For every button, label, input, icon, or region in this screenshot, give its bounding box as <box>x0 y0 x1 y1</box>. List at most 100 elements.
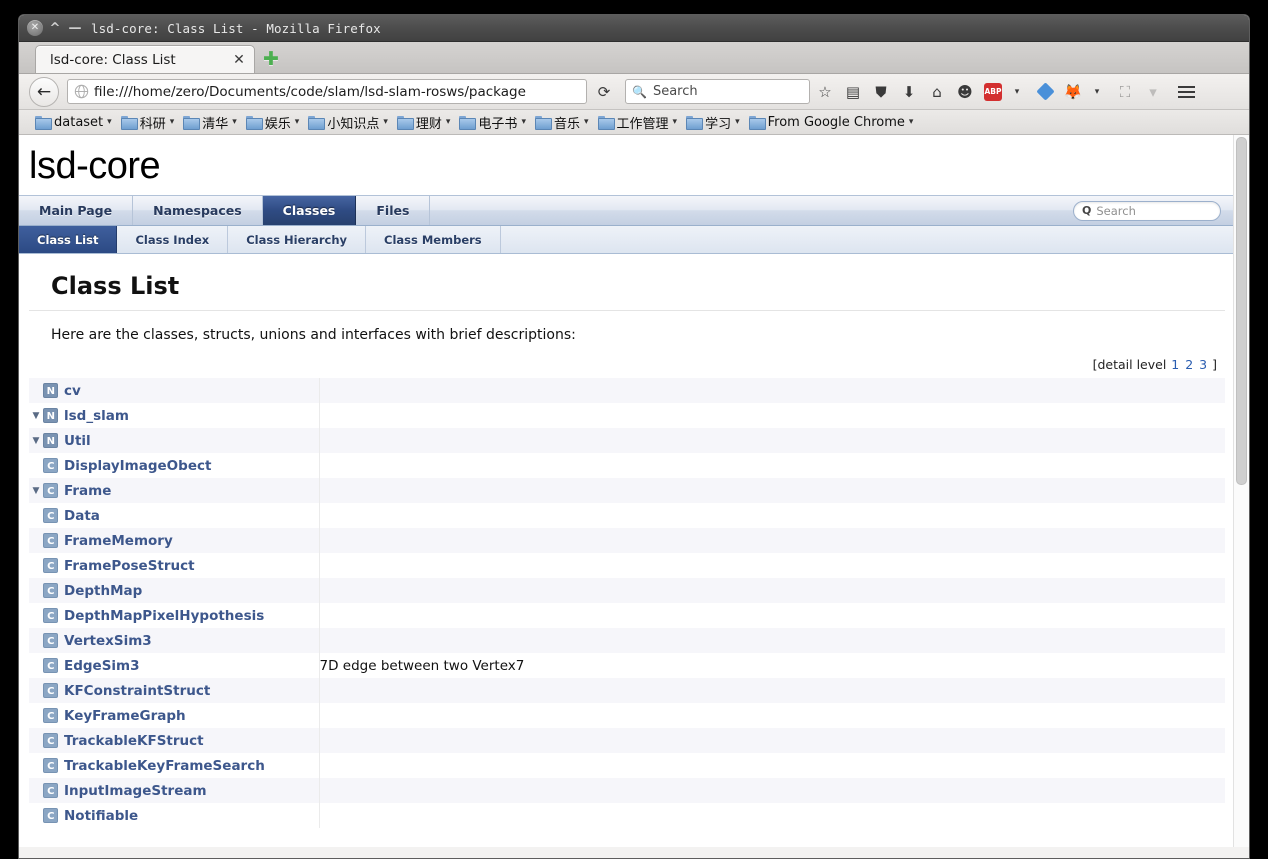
table-row[interactable]: ▼C InputImageStream <box>29 778 1225 803</box>
bookmark-item[interactable]: dataset ▾ <box>31 112 116 133</box>
doxygen-search-wrapper: Q Search <box>1073 196 1235 225</box>
bookmark-item[interactable]: 工作管理 ▾ <box>594 112 682 133</box>
class-link[interactable]: DepthMapPixelHypothesis <box>64 608 264 624</box>
table-row[interactable]: ▼C DisplayImageObect <box>29 453 1225 478</box>
bookmark-item[interactable]: 学习 ▾ <box>682 112 744 133</box>
bookmark-star-icon[interactable]: ☆ <box>812 79 838 105</box>
diamond-addon-icon[interactable] <box>1032 79 1058 105</box>
adblockplus-dropdown-icon[interactable]: ▾ <box>1004 79 1030 105</box>
class-link[interactable]: DisplayImageObect <box>64 458 211 474</box>
tab-classes[interactable]: Classes <box>262 196 357 225</box>
detail-level-3[interactable]: 3 <box>1199 357 1207 372</box>
class-link[interactable]: DepthMap <box>64 583 142 599</box>
class-link[interactable]: Data <box>64 508 100 524</box>
expand-triangle-icon[interactable]: ▼ <box>29 436 43 446</box>
class-description-cell <box>318 778 1225 803</box>
class-link[interactable]: TrackableKeyFrameSearch <box>64 758 265 774</box>
doxygen-search-box[interactable]: Q Search <box>1073 200 1221 221</box>
detail-level-close: ] <box>1212 357 1217 372</box>
table-row[interactable]: ▼ Nlsd_slam <box>29 403 1225 428</box>
table-row[interactable]: ▼C Notifiable <box>29 803 1225 828</box>
screenshot-icon[interactable]: ⛶ <box>1112 79 1138 105</box>
table-row[interactable]: ▼ C Frame <box>29 478 1225 503</box>
browser-tab-active[interactable]: lsd-core: Class List ✕ <box>35 45 255 73</box>
class-link[interactable]: Frame <box>64 483 111 499</box>
class-entry-cell: ▼C KeyFrameGraph <box>29 703 319 728</box>
table-row[interactable]: ▼C TrackableKeyFrameSearch <box>29 753 1225 778</box>
table-row[interactable]: ▼C TrackableKFStruct <box>29 728 1225 753</box>
table-row[interactable]: ▼C Data <box>29 503 1225 528</box>
class-link[interactable]: InputImageStream <box>64 783 207 799</box>
tab-namespaces[interactable]: Namespaces <box>133 196 263 225</box>
folder-icon <box>120 116 138 130</box>
window-maximize-button[interactable]: ^ <box>47 20 63 36</box>
class-link[interactable]: KeyFrameGraph <box>64 708 186 724</box>
class-link[interactable]: FramePoseStruct <box>64 558 195 574</box>
class-link[interactable]: cv <box>64 383 81 399</box>
back-arrow-icon: ← <box>36 81 52 102</box>
bookmark-item[interactable]: 电子书 ▾ <box>455 112 530 133</box>
class-link[interactable]: VertexSim3 <box>64 633 152 649</box>
bookmark-item[interactable]: 清华 ▾ <box>179 112 241 133</box>
expand-triangle-icon[interactable]: ▼ <box>29 411 43 421</box>
class-link[interactable]: Notifiable <box>64 808 138 824</box>
extra-disabled-icon: ▾ <box>1149 82 1157 101</box>
menu-button[interactable] <box>1172 79 1200 105</box>
class-link[interactable]: FrameMemory <box>64 533 173 549</box>
table-row[interactable]: ▼C VertexSim3 <box>29 628 1225 653</box>
tree-spacer: ▼ <box>29 686 43 696</box>
page-viewport: lsd-core Main Page Namespaces Classes Files… <box>19 135 1249 847</box>
subtab-class-list[interactable]: Class List <box>19 226 118 253</box>
bookmark-item[interactable]: 音乐 ▾ <box>531 112 593 133</box>
table-row[interactable]: ▼C FrameMemory <box>29 528 1225 553</box>
tab-main-page[interactable]: Main Page <box>19 196 134 225</box>
table-row[interactable]: ▼C KeyFrameGraph <box>29 703 1225 728</box>
window-close-button[interactable]: ✕ <box>27 20 43 36</box>
table-row[interactable]: ▼C KFConstraintStruct <box>29 678 1225 703</box>
table-row[interactable]: ▼C DepthMapPixelHypothesis <box>29 603 1225 628</box>
reload-button[interactable]: ⟳ <box>591 79 617 105</box>
table-row[interactable]: ▼Ncv <box>29 378 1225 403</box>
bookmark-item[interactable]: 小知识点 ▾ <box>304 112 392 133</box>
class-link[interactable]: lsd_slam <box>64 408 129 424</box>
class-link[interactable]: EdgeSim3 <box>64 658 140 674</box>
address-bar[interactable]: file:///home/zero/Documents/code/slam/ls… <box>67 79 587 104</box>
subtab-class-hierarchy[interactable]: Class Hierarchy <box>228 226 367 253</box>
detail-level-1[interactable]: 1 <box>1171 357 1179 372</box>
page-scrollbar-thumb[interactable] <box>1236 137 1247 485</box>
detail-level-2[interactable]: 2 <box>1185 357 1193 372</box>
home-icon[interactable]: ⌂ <box>924 79 950 105</box>
table-row[interactable]: ▼ N Util <box>29 428 1225 453</box>
downloads-icon[interactable]: ⬇ <box>896 79 922 105</box>
class-link[interactable]: Util <box>64 433 91 449</box>
bookmark-item[interactable]: From Google Chrome ▾ <box>745 112 918 133</box>
subtab-class-members[interactable]: Class Members <box>366 226 501 253</box>
class-link[interactable]: TrackableKFStruct <box>64 733 204 749</box>
table-row[interactable]: ▼C FramePoseStruct <box>29 553 1225 578</box>
tab-close-icon[interactable]: ✕ <box>230 51 248 69</box>
bookmark-item[interactable]: 娱乐 ▾ <box>242 112 304 133</box>
adblockplus-icon[interactable]: ABP <box>980 79 1006 105</box>
table-row[interactable]: ▼C DepthMap <box>29 578 1225 603</box>
tab-files[interactable]: Files <box>356 196 431 225</box>
tree-spacer: ▼ <box>29 761 43 771</box>
new-tab-button[interactable]: ✚ <box>257 45 285 73</box>
browser-search-box[interactable]: 🔍 Search <box>625 79 810 104</box>
bookmark-item[interactable]: 理财 ▾ <box>393 112 455 133</box>
back-button[interactable]: ← <box>29 76 59 107</box>
bookmark-item[interactable]: 科研 ▾ <box>117 112 179 133</box>
page-scrollbar[interactable] <box>1233 135 1249 847</box>
reader-list-icon[interactable]: ▤ <box>840 79 866 105</box>
bookmark-label: dataset <box>54 114 104 130</box>
table-row[interactable]: ▼C EdgeSim3 7D edge between two Vertex7 <box>29 653 1225 678</box>
expand-triangle-icon[interactable]: ▼ <box>29 486 43 496</box>
tree-spacer: ▼ <box>29 736 43 746</box>
firefox-addon-icon[interactable]: 🦊 <box>1060 79 1086 105</box>
hello-chat-icon[interactable]: ☻ <box>952 79 978 105</box>
subtab-class-index[interactable]: Class Index <box>117 226 229 253</box>
pocket-icon[interactable]: ⛊ <box>868 79 894 105</box>
firefox-addon-dropdown-icon[interactable]: ▾ <box>1084 79 1110 105</box>
hamburger-line-3 <box>1177 95 1195 98</box>
class-link[interactable]: KFConstraintStruct <box>64 683 210 699</box>
window-minimize-button[interactable]: — <box>67 20 83 36</box>
